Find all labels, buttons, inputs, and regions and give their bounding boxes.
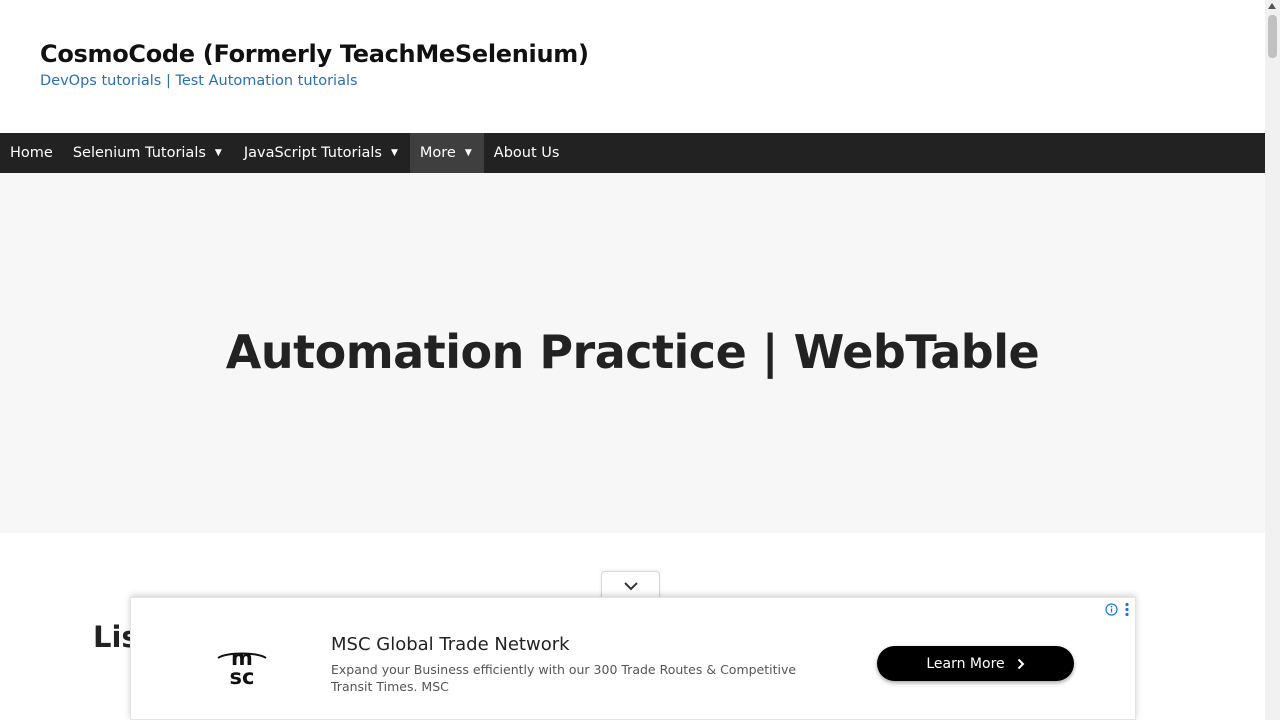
nav-item-label: About Us xyxy=(493,145,560,161)
caret-down-icon: ▼ xyxy=(464,148,472,158)
nav-item-more[interactable]: More ▼ xyxy=(409,133,484,173)
vertical-scrollbar[interactable] xyxy=(1265,0,1280,720)
ad-banner[interactable]: m sc MSC Global Trade Network Expand you… xyxy=(130,597,1136,720)
nav-item-label: Selenium Tutorials xyxy=(72,145,206,161)
caret-down-icon: ▼ xyxy=(390,148,398,158)
nav-item-home[interactable]: Home xyxy=(0,133,63,173)
scrollbar-thumb[interactable] xyxy=(1268,15,1277,58)
site-title-link[interactable]: CosmoCode (Formerly TeachMeSelenium) xyxy=(40,40,589,68)
ad-collapse-toggle[interactable] xyxy=(601,571,660,599)
learn-more-button[interactable]: Learn More xyxy=(877,646,1074,681)
nav-item-label: Home xyxy=(10,145,53,161)
chevron-right-icon xyxy=(1017,658,1025,669)
nav-item-label: JavaScript Tutorials xyxy=(243,145,382,161)
msc-logo[interactable]: m sc xyxy=(214,638,270,688)
nav-item-javascript-tutorials[interactable]: JavaScript Tutorials ▼ xyxy=(234,133,410,173)
site-tagline: DevOps tutorials | Test Automation tutor… xyxy=(40,73,358,89)
ad-title[interactable]: MSC Global Trade Network xyxy=(331,634,570,655)
info-icon[interactable] xyxy=(1105,603,1118,616)
nav-item-label: More xyxy=(419,145,456,161)
page: CosmoCode (Formerly TeachMeSelenium) Dev… xyxy=(0,0,1265,720)
chevron-down-icon xyxy=(623,581,638,590)
kebab-menu-icon[interactable] xyxy=(1124,602,1130,617)
svg-text:sc: sc xyxy=(230,665,255,688)
nav-item-about-us[interactable]: About Us xyxy=(484,133,570,173)
site-header: CosmoCode (Formerly TeachMeSelenium) Dev… xyxy=(0,0,1265,133)
scroll-up-arrow-icon[interactable] xyxy=(1268,3,1276,9)
nav-item-selenium-tutorials[interactable]: Selenium Tutorials ▼ xyxy=(63,133,234,173)
learn-more-label: Learn More xyxy=(926,655,1005,672)
ad-description: Expand your Business efficiently with ou… xyxy=(331,662,797,694)
page-title: Automation Practice | WebTable xyxy=(225,325,1040,379)
caret-down-icon: ▼ xyxy=(214,148,222,158)
hero-banner: Automation Practice | WebTable xyxy=(0,173,1265,533)
main-navigation: Home Selenium Tutorials ▼ JavaScript Tut… xyxy=(0,133,1265,173)
